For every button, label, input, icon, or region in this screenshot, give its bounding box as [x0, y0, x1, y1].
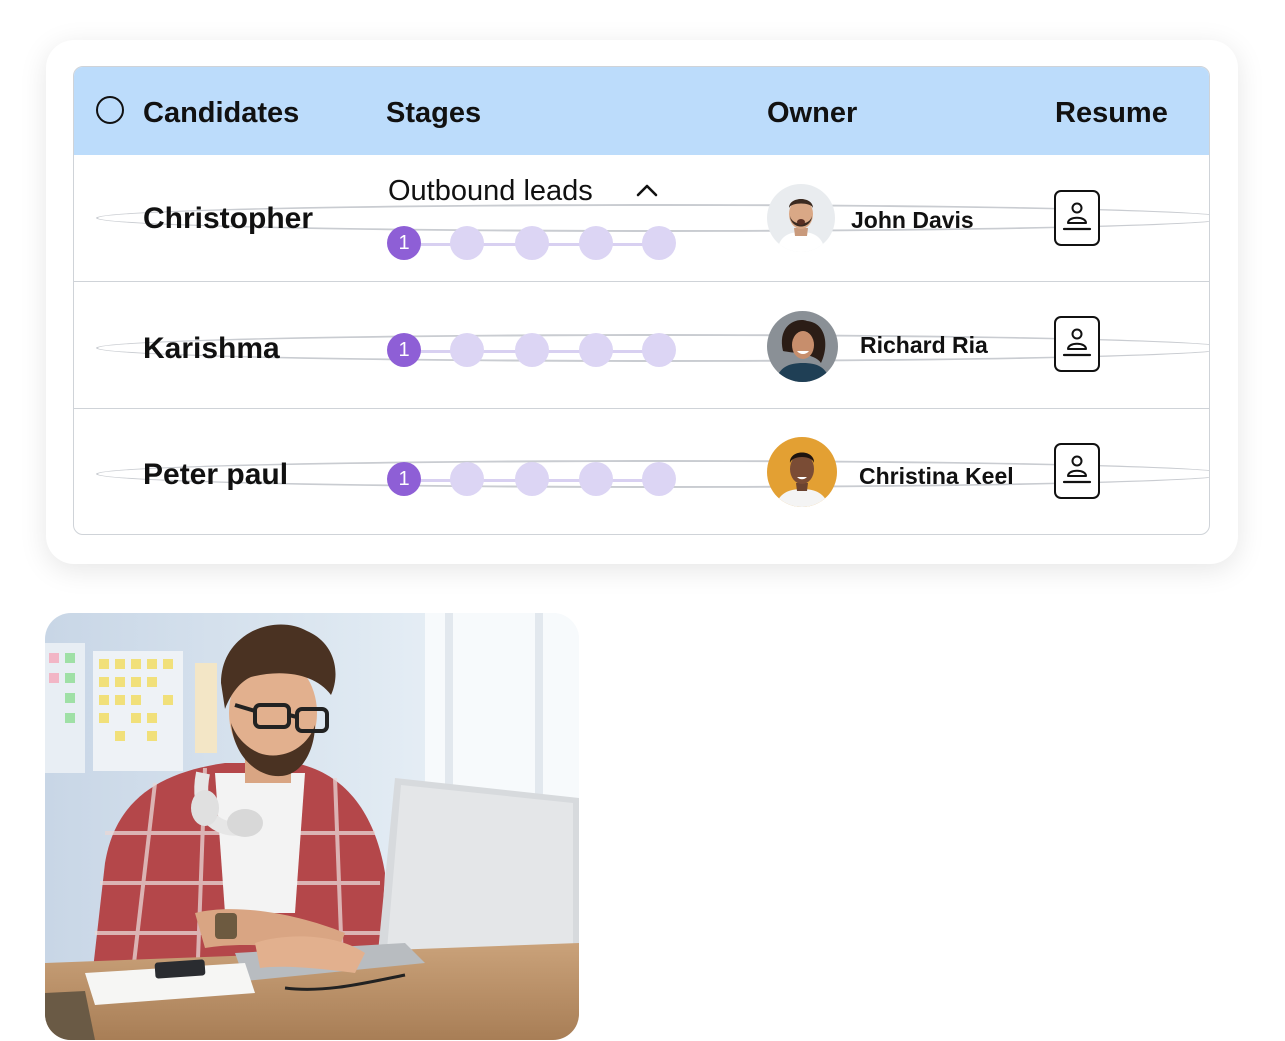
header-stages: Stages: [386, 97, 482, 129]
resume-button[interactable]: [1054, 316, 1100, 372]
table-header: Candidates Stages Owner Resume: [74, 67, 1209, 155]
owner-avatar: [767, 437, 837, 507]
owner-name: John Davis: [851, 207, 974, 233]
resume-button[interactable]: [1054, 443, 1100, 499]
resume-document-icon: [1062, 455, 1092, 484]
header-resume: Resume: [1055, 97, 1168, 129]
header-owner: Owner: [767, 97, 858, 129]
stage-step-1[interactable]: 1: [387, 333, 421, 367]
owner-avatar: [767, 311, 838, 382]
candidate-name[interactable]: Peter paul: [143, 458, 288, 492]
candidate-name[interactable]: Christopher: [143, 202, 313, 236]
stage-step-5[interactable]: [642, 333, 676, 367]
chevron-up-icon[interactable]: [636, 183, 658, 197]
man-with-laptop-photo: [45, 613, 579, 1040]
candidates-table: Candidates Stages Owner Resume Christoph…: [73, 66, 1210, 535]
owner-name: Richard Ria: [860, 332, 988, 358]
owner-name: Christina Keel: [859, 463, 1014, 489]
stage-step-2[interactable]: [450, 462, 484, 496]
stage-step-2[interactable]: [450, 226, 484, 260]
select-all-radio[interactable]: [96, 96, 124, 124]
stage-step-2[interactable]: [450, 333, 484, 367]
stage-step-3[interactable]: [515, 462, 549, 496]
stage-stepper: 1: [387, 462, 677, 498]
stage-stepper: 1: [387, 226, 677, 262]
resume-button[interactable]: [1054, 190, 1100, 246]
stage-step-4[interactable]: [579, 333, 613, 367]
table-row[interactable]: Christopher Outbound leads 1 John Davis: [74, 155, 1209, 281]
header-candidates: Candidates: [143, 97, 300, 129]
stage-stepper: 1: [387, 333, 677, 369]
resume-document-icon: [1062, 202, 1092, 231]
stage-step-5[interactable]: [642, 462, 676, 496]
resume-document-icon: [1062, 328, 1092, 357]
stage-step-3[interactable]: [515, 333, 549, 367]
owner-avatar: [767, 184, 835, 252]
table-row[interactable]: Peter paul 1 Christina Keel: [74, 408, 1209, 534]
stage-step-3[interactable]: [515, 226, 549, 260]
stage-dropdown-label[interactable]: Outbound leads: [388, 175, 593, 208]
stage-step-1[interactable]: 1: [387, 226, 421, 260]
stage-step-4[interactable]: [579, 226, 613, 260]
stage-step-5[interactable]: [642, 226, 676, 260]
stage-step-1[interactable]: 1: [387, 462, 421, 496]
stage-step-4[interactable]: [579, 462, 613, 496]
table-row[interactable]: Karishma 1 Richard Ria: [74, 281, 1209, 409]
candidate-name[interactable]: Karishma: [143, 332, 280, 366]
